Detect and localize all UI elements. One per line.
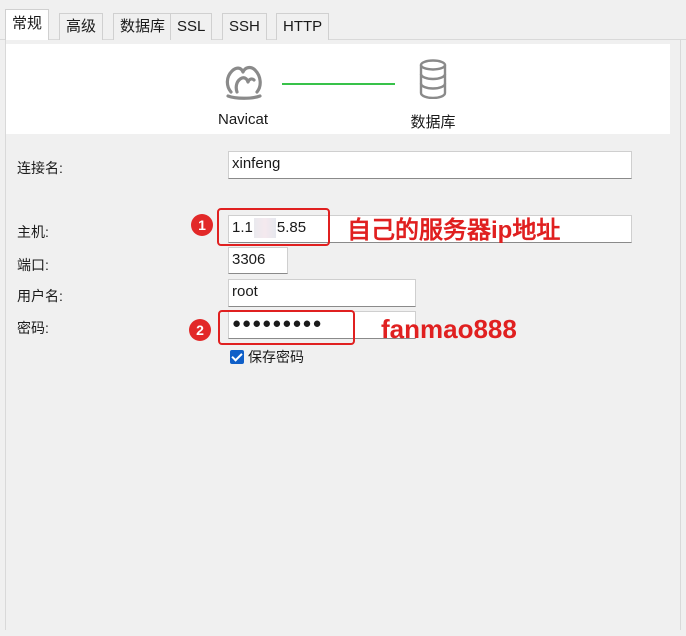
tab-advanced[interactable]: 高级 [59,13,104,40]
connection-dialog: 常规 高级 数据库 SSL SSH HTTP Navicat 数据库 连接名: … [0,0,686,636]
host-label: 主机: [17,224,49,240]
connection-link-line [282,83,395,85]
port-input[interactable]: 3306 [228,247,288,274]
annotation-note-ip: 自己的服务器ip地址 [347,217,561,244]
annotation-badge-2: 2 [189,319,211,341]
tab-database[interactable]: 数据库 [113,13,173,40]
save-password-checkbox[interactable] [230,350,244,364]
user-input[interactable]: root [228,279,416,307]
tab-general[interactable]: 常规 [5,9,50,41]
password-highlight-box [218,310,355,345]
navicat-logo-icon [225,65,262,100]
save-password-label: 保存密码 [248,349,304,365]
tab-bar: 常规 高级 数据库 SSL SSH HTTP [0,0,686,41]
save-password-row[interactable]: 保存密码 [230,348,304,366]
tab-ssl[interactable]: SSL [170,13,213,40]
annotation-badge-1: 1 [191,214,213,236]
tab-ssh[interactable]: SSH [222,13,267,40]
connection-banner [6,44,670,134]
annotation-note-password: fanmao888 [381,314,517,344]
user-label: 用户名: [17,288,63,304]
database-icon [419,59,447,99]
tab-http[interactable]: HTTP [276,13,330,40]
connection-name-input[interactable]: xinfeng [228,151,632,179]
database-label: 数据库 [410,114,456,131]
host-highlight-box [217,208,330,246]
connection-name-label: 连接名: [17,160,63,176]
navicat-label: Navicat [217,111,269,128]
password-label: 密码: [17,320,49,336]
port-label: 端口: [17,257,49,273]
